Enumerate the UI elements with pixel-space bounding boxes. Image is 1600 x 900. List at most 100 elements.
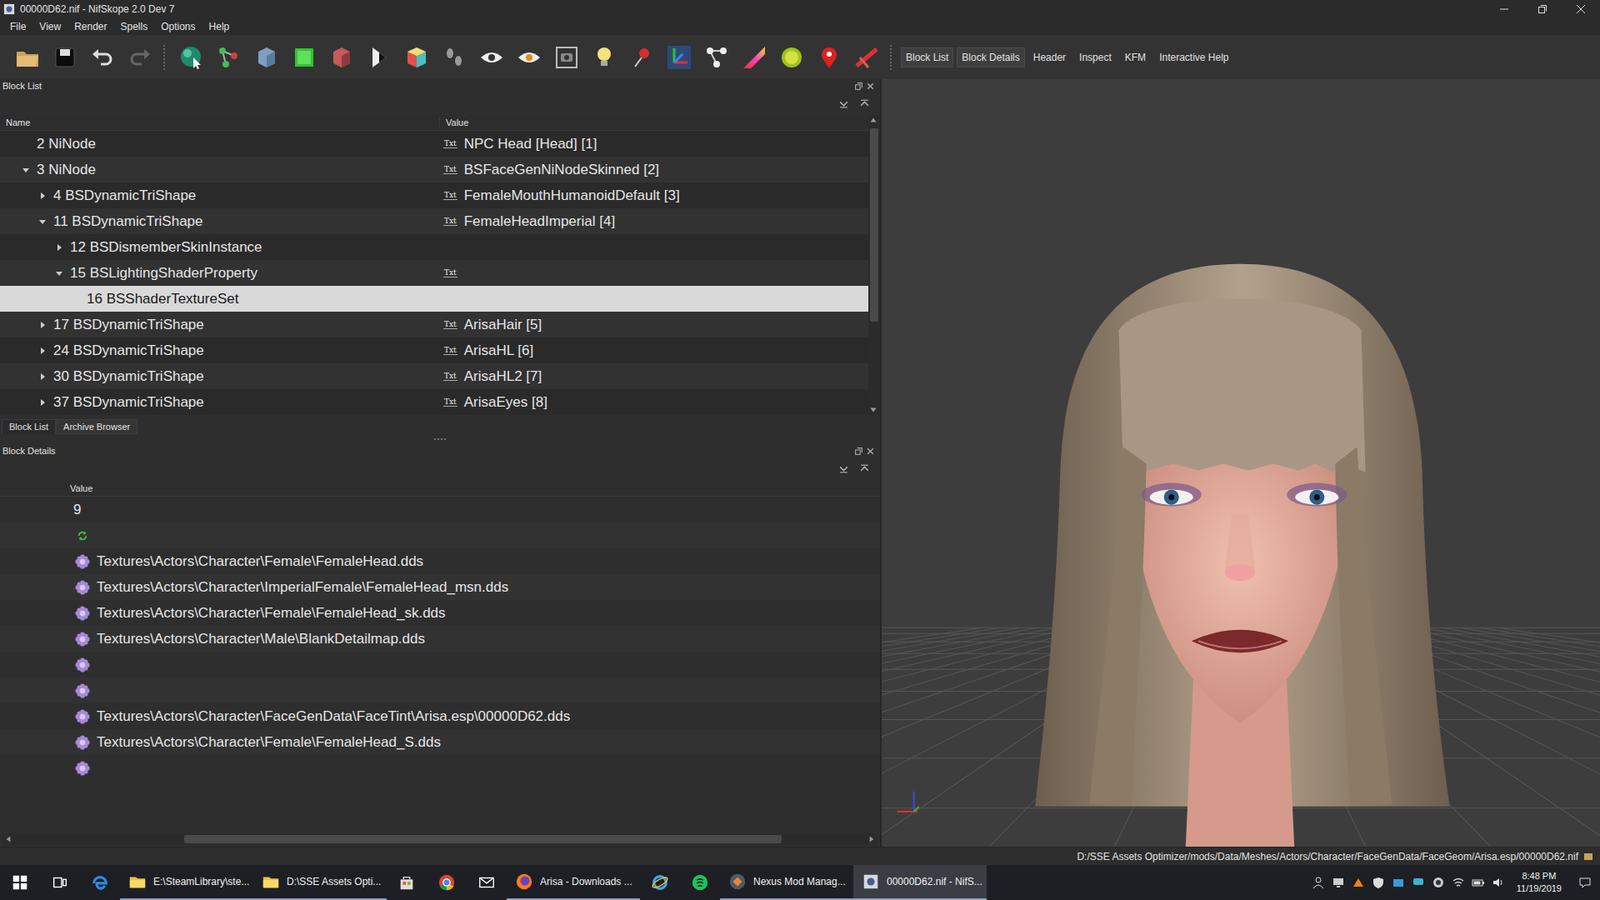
close-window-icon[interactable] [1561,0,1600,19]
axes-icon[interactable] [665,44,693,71]
toolbar-button[interactable] [360,38,398,76]
block-row[interactable]: 3 NiNode Txt BSFaceGenNiNodeSkinned [2] [0,156,869,183]
collapsed-arrow-icon[interactable] [38,320,47,330]
texture-icon[interactable] [75,683,90,699]
detail-row[interactable] [0,522,880,549]
detail-row[interactable]: 9 [0,496,880,523]
detail-row[interactable]: Textures\Actors\Character\FaceGenData\Fa… [0,703,880,730]
pin-icon[interactable] [628,44,655,71]
toolbar-button[interactable] [847,38,885,76]
bulb-icon[interactable] [590,44,618,71]
menu-item[interactable]: File [3,19,33,35]
detail-row[interactable]: Textures\Actors\Character\Female\FemaleH… [0,600,880,626]
close-icon[interactable] [865,446,875,456]
toolbar-button[interactable] [810,38,848,76]
render-viewport[interactable] [880,79,1600,847]
collapsed-arrow-icon[interactable] [38,398,47,407]
resize-grip-icon[interactable] [1583,851,1594,862]
taskbar-item[interactable] [466,865,507,900]
menu-item[interactable]: View [32,19,68,35]
expand-all-icon[interactable] [859,98,870,110]
camera-icon[interactable] [553,44,580,71]
block-row[interactable]: 11 BSDynamicTriShape Txt FemaleHeadImper… [0,208,869,235]
texture-icon[interactable] [75,709,90,725]
toolbar-button[interactable] [397,38,435,76]
block-row[interactable]: 37 BSDynamicTriShape Txt ArisaEyes [8] [0,389,869,415]
toolbar-button[interactable] [772,38,810,76]
half-icon[interactable] [365,44,393,71]
clock[interactable]: 8:48 PM 11/19/2019 [1511,870,1567,895]
column-header[interactable]: Name [0,117,440,128]
dock-tab[interactable]: Archive Browser [55,419,138,435]
restore-icon[interactable] [1523,0,1562,19]
texture-icon[interactable] [75,760,90,776]
cloud-icon[interactable] [1391,875,1405,890]
column-header[interactable]: Value [440,117,469,128]
collapsed-arrow-icon[interactable] [38,372,47,381]
scroll-down-icon[interactable] [868,405,879,415]
menu-item[interactable]: Render [67,19,114,35]
scroll-left-icon[interactable] [3,834,14,845]
person-icon[interactable] [1311,875,1325,890]
menu-item[interactable]: Options [154,19,202,35]
taskbar-item[interactable] [640,865,680,900]
collapsed-arrow-icon[interactable] [38,191,47,200]
toolbar-button[interactable] [247,38,285,76]
toolbar-button[interactable] [322,38,360,76]
eye2-icon[interactable] [515,44,543,71]
toolbar-button[interactable] [472,38,510,76]
cube-blue-icon[interactable] [253,44,280,71]
texture-icon[interactable] [75,580,90,595]
block-row[interactable]: 30 BSDynamicTriShape Txt ArisaHL2 [7] [0,363,869,390]
toolbar-toggle[interactable]: Block Details [956,47,1025,68]
texture-icon[interactable] [75,657,90,673]
sphere-icon[interactable] [178,44,205,71]
chat-icon[interactable] [1411,875,1425,890]
taskbar-item[interactable] [40,865,80,900]
texture-icon[interactable] [75,605,90,621]
cube-color-icon[interactable] [403,44,430,71]
expanded-arrow-icon[interactable] [55,269,64,278]
wifi-icon[interactable] [1451,875,1465,890]
texture-icon[interactable] [75,554,90,570]
dock-tab[interactable]: Block List [1,419,56,435]
block-row[interactable]: 2 NiNode Txt NPC Head [Head] [1] [0,130,869,157]
volume-icon[interactable] [1491,875,1505,890]
float-icon[interactable] [854,446,864,456]
toolbar-button[interactable] [735,38,773,76]
open-icon[interactable] [14,44,41,71]
block-row[interactable]: 17 BSDynamicTriShape Txt ArisaHair [5] [0,311,869,338]
expanded-arrow-icon[interactable] [21,165,30,175]
monitor-icon[interactable] [1331,875,1345,890]
block-row[interactable]: 4 BSDynamicTriShape Txt FemaleMouthHuman… [0,182,869,209]
scroll-right-icon[interactable] [866,834,877,845]
toolbar-button[interactable] [120,38,159,76]
texture-icon[interactable] [75,735,90,750]
horizontal-scrollbar[interactable] [3,833,877,845]
detail-row[interactable]: Textures\Actors\Character\Female\FemaleH… [0,729,880,755]
toolbar-button[interactable] [622,38,660,76]
brush-icon[interactable] [853,44,880,71]
column-header[interactable]: Value [65,483,880,494]
texture-icon[interactable] [75,631,90,647]
toolbar-button[interactable] [547,38,585,76]
notifications-icon[interactable] [1578,875,1592,890]
toolbar-button[interactable] [285,38,323,76]
taskbar-item[interactable]: Arisa - Downloads ... [506,865,640,900]
toolbar-button[interactable] [660,38,698,76]
menu-item[interactable]: Help [202,19,237,35]
gradient-icon[interactable] [740,44,768,71]
taskbar-item[interactable]: 00000D62.nif - NifS... [853,865,987,900]
taskbar-item[interactable] [0,865,40,900]
float-icon[interactable] [854,81,864,91]
toolbar-button[interactable] [435,38,473,76]
toolbar-toggle[interactable]: Block List [900,47,954,68]
block-row[interactable]: 15 BSLightingShaderProperty Txt [0,260,869,286]
toolbar-button[interactable] [8,38,46,76]
shield-icon[interactable] [1371,875,1385,890]
minimize-icon[interactable] [1485,0,1524,19]
nodes-icon[interactable] [215,44,243,71]
feet-icon[interactable] [440,44,468,71]
taskbar-item[interactable]: E:\SteamLibrary\ste... [120,865,254,900]
scroll-up-icon[interactable] [868,115,879,125]
